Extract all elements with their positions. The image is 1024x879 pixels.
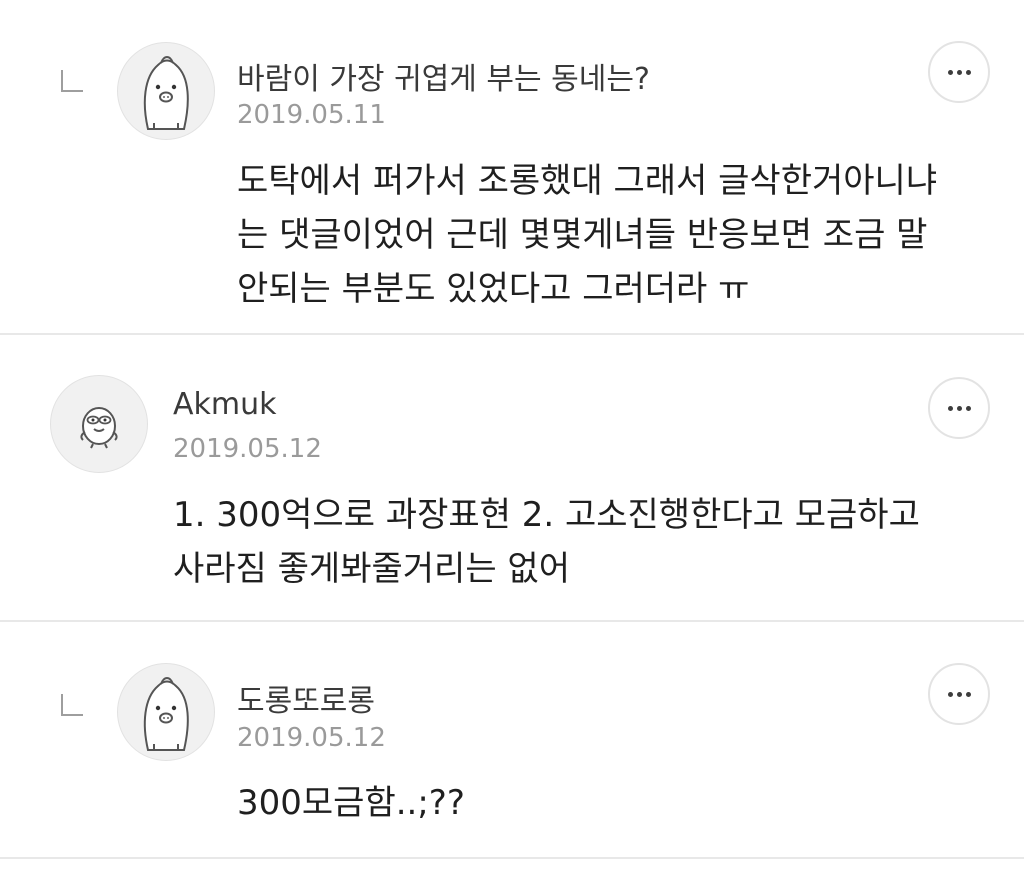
more-options-button[interactable]: [928, 377, 990, 439]
more-options-icon: [947, 691, 971, 697]
author-avatar[interactable]: [117, 42, 215, 140]
penguin-avatar-icon: [143, 677, 189, 751]
reply-indicator-icon: [61, 70, 83, 92]
penguin-avatar-icon: [143, 56, 189, 130]
comment-author[interactable]: Akmuk: [173, 387, 277, 422]
more-options-icon: [947, 69, 971, 75]
comment-text: 1. 300억으로 과장표현 2. 고소진행한다고 모금하고 사라짐 좋게봐줄거…: [173, 495, 920, 589]
comment-item: 바람이 가장 귀엽게 부는 동네는? 2019.05.11 도탁에서 퍼가서 조…: [0, 0, 1024, 334]
more-options-button[interactable]: [928, 41, 990, 103]
more-options-icon: [947, 405, 971, 411]
bird-avatar-icon: [80, 407, 118, 449]
comment-date: 2019.05.12: [237, 723, 386, 753]
comment-date: 2019.05.11: [237, 100, 386, 130]
comment-item: 도롱또로롱 2019.05.12 300모금함..;??: [0, 622, 1024, 858]
comment-author[interactable]: 도롱또로롱: [237, 676, 375, 720]
comment-text: 300모금함..;??: [237, 783, 465, 823]
comment-date: 2019.05.12: [173, 434, 322, 464]
comment-item: Akmuk 2019.05.12 1. 300억으로 과장표현 2. 고소진행한…: [0, 335, 1024, 621]
reply-indicator-icon: [61, 694, 83, 716]
author-avatar[interactable]: [117, 663, 215, 761]
comment-text: 도탁에서 퍼가서 조롱했대 그래서 글삭한거아니냐 는 댓글이었어 근데 몇몇게…: [237, 161, 938, 309]
more-options-button[interactable]: [928, 663, 990, 725]
comment-author[interactable]: 바람이 가장 귀엽게 부는 동네는?: [237, 54, 650, 98]
author-avatar[interactable]: [50, 375, 148, 473]
comment-divider: [0, 857, 1024, 859]
